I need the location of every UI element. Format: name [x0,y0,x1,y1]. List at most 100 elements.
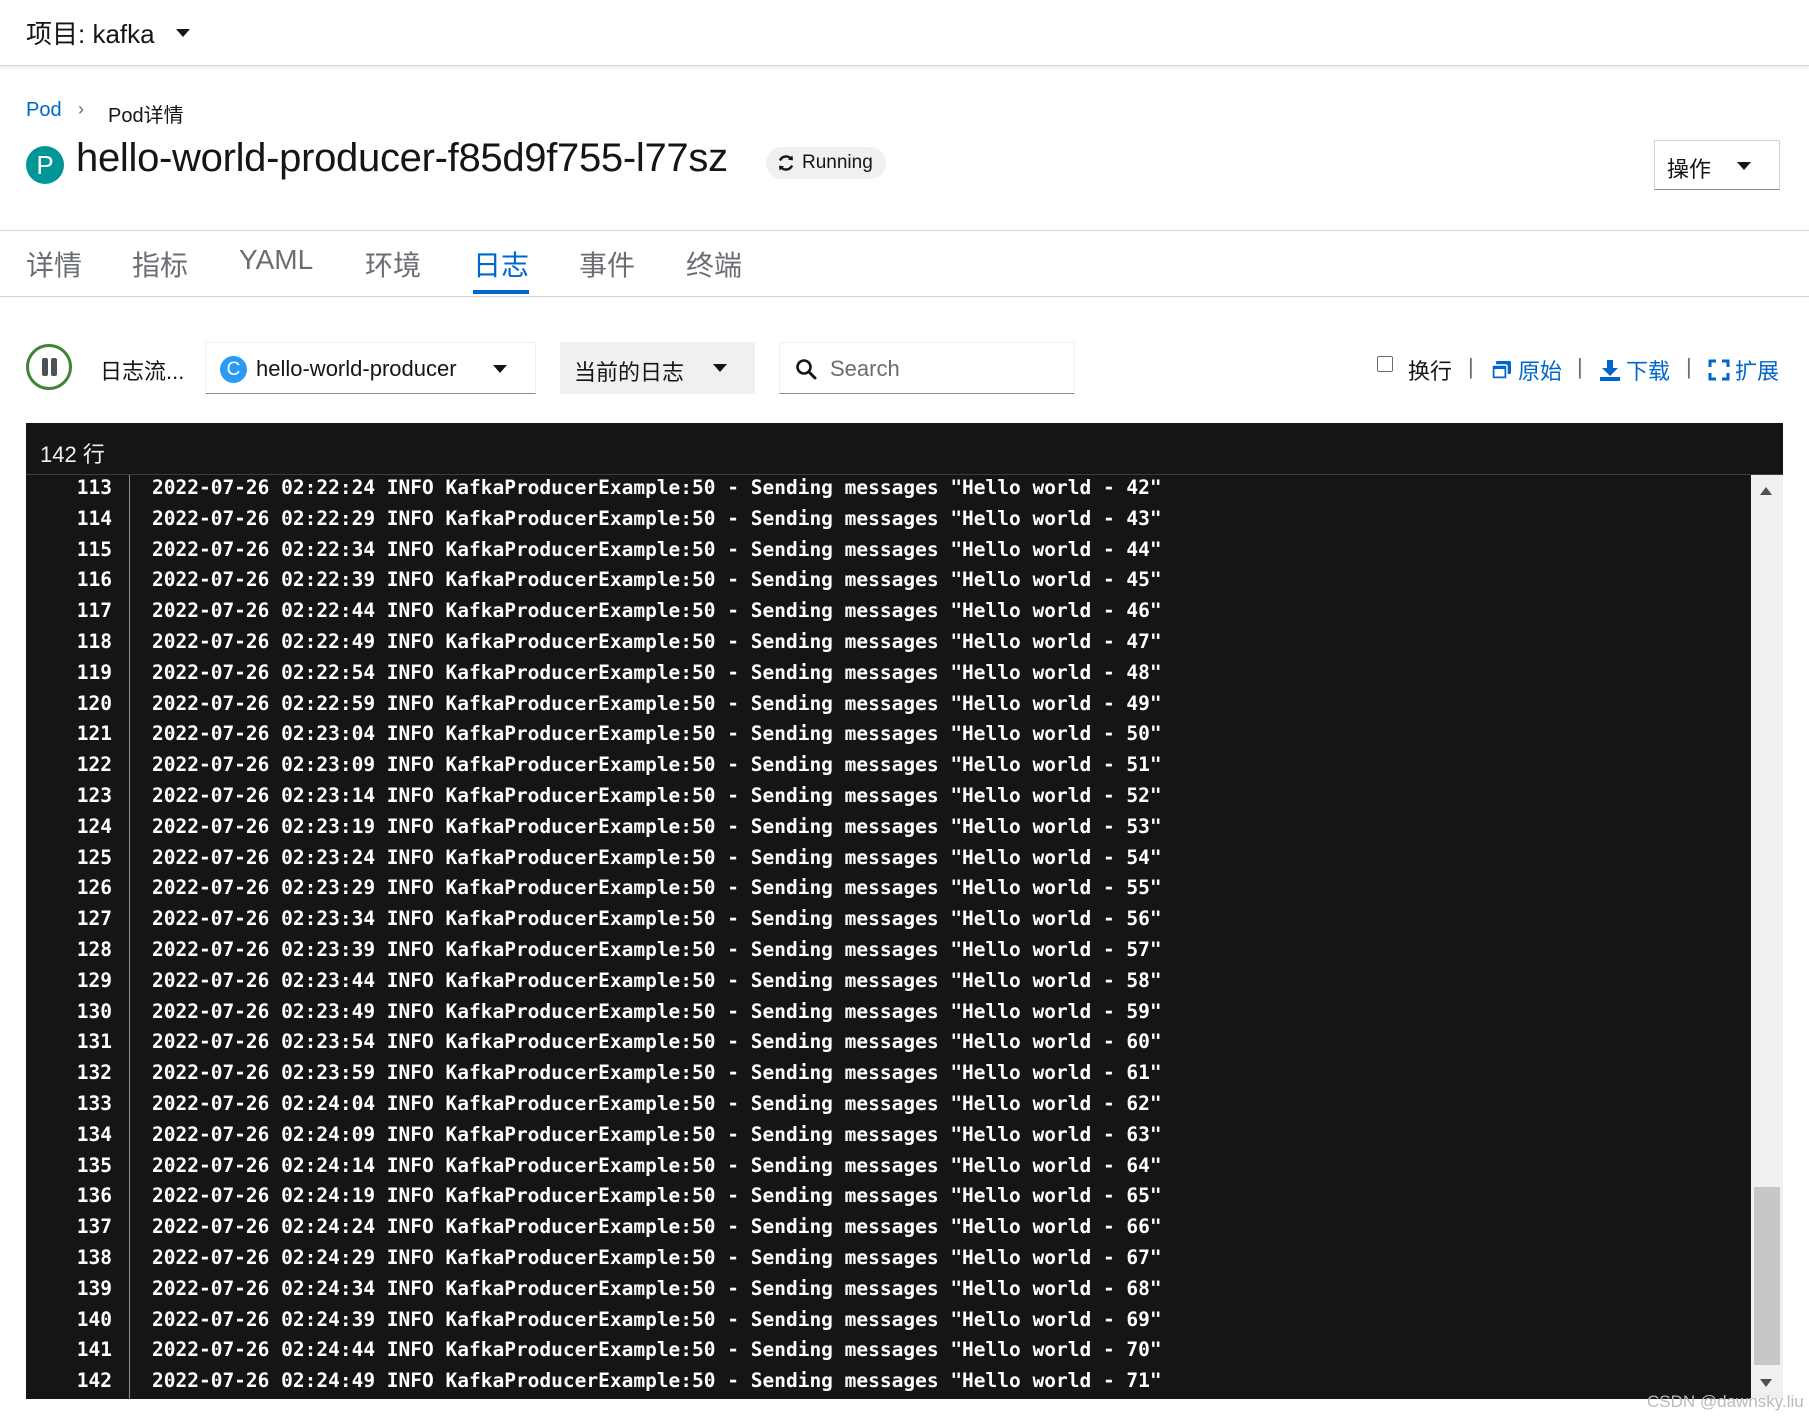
log-line-text: 2022-07-26 02:22:39 INFO KafkaProducerEx… [152,568,1162,592]
sync-icon [778,155,794,171]
log-line-number: 135 [76,1153,112,1177]
log-type-select[interactable]: 当前的日志 [560,342,755,394]
wrap-lines-checkbox[interactable] [1377,356,1393,372]
wrap-lines-label[interactable]: 换行 [1408,354,1452,386]
tab-logs[interactable]: 日志 [473,244,529,284]
log-line-text: 2022-07-26 02:22:59 INFO KafkaProducerEx… [152,691,1162,715]
log-line: 140 2022-07-26 02:24:39 INFO KafkaProduce… [26,1308,1751,1339]
log-line-text: 2022-07-26 02:24:44 INFO KafkaProducerEx… [152,1338,1162,1362]
toolbar-separator: | [1686,354,1692,379]
line-count: 142 行 [40,442,105,467]
log-scrollbar[interactable] [1751,475,1783,1399]
chevron-down-icon [1737,162,1751,170]
tab-details[interactable]: 详情 [26,244,82,284]
chevron-down-icon [713,364,727,372]
expand-link[interactable]: 扩展 [1707,354,1779,386]
log-line: 139 2022-07-26 02:24:34 INFO KafkaProduce… [26,1277,1751,1308]
log-line: 114 2022-07-26 02:22:29 INFO KafkaProduce… [26,507,1751,538]
scroll-up-arrow-icon[interactable] [1760,487,1772,495]
log-line-number: 115 [76,537,112,561]
log-line-number: 127 [76,907,112,931]
search-icon [796,359,817,380]
toolbar-separator: | [1468,354,1474,379]
log-line-text: 2022-07-26 02:23:19 INFO KafkaProducerEx… [152,814,1162,838]
log-line: 129 2022-07-26 02:23:44 INFO KafkaProduce… [26,969,1751,1000]
log-line-number: 122 [76,753,112,777]
log-line-text: 2022-07-26 02:23:14 INFO KafkaProducerEx… [152,784,1162,807]
tab-metrics[interactable]: 指标 [132,244,188,284]
container-name: hello-world-producer [256,356,457,381]
log-line-number: 137 [76,1215,112,1239]
log-line-number: 130 [76,999,112,1023]
log-line-text: 2022-07-26 02:22:49 INFO KafkaProducerEx… [152,630,1162,653]
search-box[interactable] [779,342,1075,394]
pause-icon [42,358,48,376]
log-line-text: 2022-07-26 02:23:04 INFO KafkaProducerEx… [152,722,1162,746]
log-line-text: 2022-07-26 02:24:24 INFO KafkaProducerEx… [152,1215,1162,1239]
log-line: 126 2022-07-26 02:23:29 INFO KafkaProduce… [26,876,1751,907]
log-line-text: 2022-07-26 02:23:54 INFO KafkaProducerEx… [152,1030,1162,1054]
tabs-divider-bottom [0,296,1809,297]
search-input[interactable] [828,353,1062,385]
log-line-number: 128 [76,938,112,961]
log-stream-status: 日志流... [100,359,185,384]
window-icon [1491,361,1511,380]
log-type-label: 当前的日志 [574,360,685,385]
log-line-text: 2022-07-26 02:22:24 INFO KafkaProducerEx… [152,476,1162,499]
log-line-text: 2022-07-26 02:23:49 INFO KafkaProducerEx… [152,999,1162,1023]
pause-stream-button[interactable] [26,344,72,390]
log-line-text: 2022-07-26 02:24:09 INFO KafkaProducerEx… [152,1122,1162,1146]
log-window-header: 142 行 [26,423,1783,475]
log-line-number: 119 [76,660,112,684]
log-line: 120 2022-07-26 02:22:59 INFO KafkaProduce… [26,692,1751,723]
log-line-number: 142 [76,1369,112,1393]
log-line-number: 123 [76,784,112,807]
log-line-text: 2022-07-26 02:24:34 INFO KafkaProducerEx… [152,1276,1162,1300]
log-line-text: 2022-07-26 02:23:44 INFO KafkaProducerEx… [152,968,1162,992]
chevron-down-icon[interactable] [176,29,190,37]
log-line-number: 133 [76,1092,112,1115]
log-line-text: 2022-07-26 02:23:59 INFO KafkaProducerEx… [152,1061,1162,1085]
tab-events[interactable]: 事件 [579,244,635,284]
log-line-number: 113 [76,476,112,499]
scroll-down-arrow-icon[interactable] [1760,1379,1772,1387]
log-line: 115 2022-07-26 02:22:34 INFO KafkaProduce… [26,538,1751,569]
tab-environment[interactable]: 环境 [365,244,421,284]
breadcrumb-pod-link[interactable]: Pod [26,99,62,122]
active-tab-indicator [473,290,529,294]
raw-link[interactable]: 原始 [1490,354,1562,386]
toolbar-separator: | [1577,354,1583,379]
tab-terminal[interactable]: 终端 [686,244,742,284]
watermark: CSDN @dawnsky.liu [1647,1392,1804,1411]
log-line-text: 2022-07-26 02:22:34 INFO KafkaProducerEx… [152,537,1162,561]
log-line: 134 2022-07-26 02:24:09 INFO KafkaProduce… [26,1123,1751,1154]
log-line-number: 131 [76,1030,112,1054]
log-line-text: 2022-07-26 02:23:09 INFO KafkaProducerEx… [152,753,1162,777]
log-line-number: 120 [76,691,112,715]
log-line-number: 114 [76,506,112,530]
download-link[interactable]: 下载 [1598,354,1670,386]
log-line-number: 118 [76,630,112,653]
log-line: 119 2022-07-26 02:22:54 INFO KafkaProduce… [26,661,1751,692]
log-line-text: 2022-07-26 02:22:54 INFO KafkaProducerEx… [152,660,1162,684]
log-line: 133 2022-07-26 02:24:04 INFO KafkaProduce… [26,1092,1751,1123]
pod-resource-badge: P [26,146,64,184]
container-select[interactable]: C hello-world-producer [205,342,536,394]
log-line-text: 2022-07-26 02:24:29 INFO KafkaProducerEx… [152,1246,1162,1269]
log-line-number: 140 [76,1307,112,1331]
scrollbar-thumb[interactable] [1754,1187,1780,1365]
log-line: 135 2022-07-26 02:24:14 INFO KafkaProduce… [26,1154,1751,1185]
download-label: 下载 [1626,359,1671,384]
project-selector-label[interactable]: 项目: kafka [26,14,155,51]
expand-icon [1708,359,1730,381]
tab-yaml[interactable]: YAML [239,244,313,276]
log-line-text: 2022-07-26 02:24:04 INFO KafkaProducerEx… [152,1092,1162,1115]
log-line: 127 2022-07-26 02:23:34 INFO KafkaProduce… [26,907,1751,938]
actions-dropdown[interactable]: 操作 [1654,140,1780,190]
chevron-down-icon [493,365,507,373]
log-line-text: 2022-07-26 02:24:19 INFO KafkaProducerEx… [152,1184,1162,1208]
log-line: 132 2022-07-26 02:23:59 INFO KafkaProduce… [26,1061,1751,1092]
log-line-number: 125 [76,845,112,869]
log-line-text: 2022-07-26 02:24:49 INFO KafkaProducerEx… [152,1369,1162,1393]
pause-icon [51,358,57,376]
